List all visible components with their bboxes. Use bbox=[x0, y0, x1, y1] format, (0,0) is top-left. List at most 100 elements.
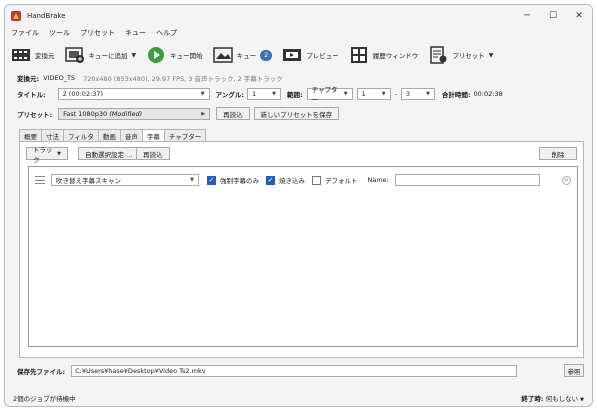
chevron-down-icon: ▼ bbox=[580, 397, 584, 403]
tab-dimensions[interactable]: 寸法 bbox=[41, 129, 64, 141]
title-bar: HandBrake ─ ☐ ✕ bbox=[5, 5, 592, 27]
save-new-preset-button[interactable]: 新しいプリセットを保存 bbox=[253, 107, 340, 120]
queue-icon bbox=[212, 47, 233, 63]
title-label: タイトル: bbox=[17, 91, 46, 99]
destination-path-input[interactable]: C:¥Users¥hase¥Desktop¥Video Ts2.mkv bbox=[71, 364, 518, 377]
menu-file[interactable]: ファイル bbox=[11, 28, 39, 38]
source-button[interactable]: 変換元 bbox=[11, 46, 55, 64]
preset-modified: (Modified) bbox=[109, 109, 143, 118]
subtitle-track-select[interactable]: 吹き替え字幕スキャン ▼ bbox=[51, 174, 199, 186]
range-separator: - bbox=[394, 90, 397, 98]
range-end-select[interactable]: 3 ▼ bbox=[400, 88, 435, 100]
add-to-queue-button[interactable]: キューに追加 ▼ bbox=[64, 46, 137, 64]
menu-tools[interactable]: ツール bbox=[49, 28, 70, 38]
chevron-down-icon: ▼ bbox=[200, 91, 205, 97]
auto-select-settings-button[interactable]: 自動選択設定 ... bbox=[78, 147, 140, 160]
maximize-button[interactable]: ☐ bbox=[540, 5, 566, 27]
preset-row: プリセット: Fast 1080p30 (Modified) ▶ 再読込 新しい… bbox=[17, 107, 340, 120]
angle-select[interactable]: 1 ▼ bbox=[246, 88, 281, 100]
range-type-select[interactable]: チャプター ▼ bbox=[306, 86, 353, 104]
forced-only-label: 強制字幕のみ bbox=[220, 177, 259, 185]
source-label: 変換元: bbox=[17, 75, 40, 83]
tab-filters[interactable]: フィルタ bbox=[63, 129, 99, 141]
add-queue-icon bbox=[64, 47, 84, 63]
browse-button[interactable]: 参照 bbox=[564, 364, 584, 377]
toolbar: 変換元 キューに追加 ▼ キュー開始 キュー 2 プレビュー 履歴ウィンドウ プ… bbox=[5, 41, 592, 69]
queue-button[interactable]: キュー 2 bbox=[212, 46, 273, 64]
source-info: 720x480 (853x480), 29.97 FPS, 3 音声トラック, … bbox=[83, 75, 283, 83]
preset-label: プリセット: bbox=[17, 110, 53, 119]
name-label: Name: bbox=[367, 176, 389, 184]
chevron-down-icon: ▼ bbox=[272, 91, 276, 97]
add-queue-label: キューに追加 bbox=[88, 52, 128, 60]
duration-label: 合計時間: bbox=[441, 91, 471, 99]
minimize-button[interactable]: ─ bbox=[514, 5, 540, 27]
range-label: 範囲: bbox=[286, 91, 303, 99]
subtitle-track-row: 吹き替え字幕スキャン ▼ ✓ 強制字幕のみ ✓ 焼き込み デフォルト Name: … bbox=[35, 173, 573, 187]
menu-bar: ファイル ツール プリセット キュー ヘルプ bbox=[5, 27, 187, 39]
reload-preset-button[interactable]: 再読込 bbox=[216, 107, 250, 120]
window-title: HandBrake bbox=[27, 12, 66, 20]
chevron-down-icon: ▼ bbox=[57, 150, 61, 157]
close-button[interactable]: ✕ bbox=[566, 5, 592, 27]
source-name: VIDEO_TS bbox=[43, 74, 76, 82]
film-icon bbox=[12, 49, 30, 61]
chevron-down-icon[interactable]: ▼ bbox=[489, 52, 494, 59]
tracks-dropdown-button[interactable]: トラック ▼ bbox=[26, 146, 68, 164]
activity-window-button[interactable]: 履歴ウィンドウ bbox=[349, 46, 419, 64]
tab-chapters[interactable]: チャプター bbox=[163, 129, 207, 141]
source-row: 変換元: VIDEO_TS 720x480 (853x480), 29.97 F… bbox=[17, 73, 283, 83]
track-name-input[interactable] bbox=[394, 174, 540, 186]
activity-log-icon bbox=[350, 47, 367, 63]
menu-help[interactable]: ヘルプ bbox=[156, 28, 177, 38]
start-queue-button[interactable]: キュー開始 bbox=[146, 46, 203, 64]
range-start-select[interactable]: 1 ▼ bbox=[356, 88, 391, 100]
handbrake-window: HandBrake ─ ☐ ✕ ファイル ツール プリセット キュー ヘルプ 変… bbox=[4, 4, 593, 407]
default-checkbox[interactable] bbox=[312, 175, 321, 185]
source-label: 変換元 bbox=[35, 52, 55, 60]
chevron-down-icon: ▼ bbox=[190, 177, 194, 183]
destination-row: 保存先ファイル: C:¥Users¥hase¥Desktop¥Video Ts2… bbox=[17, 364, 584, 377]
burn-in-checkbox[interactable]: ✓ bbox=[266, 175, 275, 185]
duration-value: 00:02:38 bbox=[473, 90, 503, 98]
preview-button[interactable]: プレビュー bbox=[282, 46, 339, 64]
subtitle-track-list: 吹き替え字幕スキャン ▼ ✓ 強制字幕のみ ✓ 焼き込み デフォルト Name: … bbox=[28, 166, 578, 347]
menu-queue[interactable]: キュー bbox=[125, 28, 146, 38]
preset-value: Fast 1080p30 bbox=[63, 109, 108, 118]
chevron-right-icon: ▶ bbox=[201, 110, 206, 117]
when-done-value: 何もしない bbox=[545, 395, 579, 403]
chevron-down-icon[interactable]: ▼ bbox=[132, 52, 137, 59]
reload-subtitles-button[interactable]: 再読込 bbox=[136, 147, 170, 160]
when-done-group[interactable]: 終了時: 何もしない ▼ bbox=[521, 393, 584, 403]
preview-icon bbox=[283, 49, 302, 61]
remove-track-icon[interactable]: ✕ bbox=[562, 175, 571, 185]
default-label: デフォルト bbox=[325, 177, 358, 185]
remove-button[interactable]: 削除 bbox=[539, 147, 577, 160]
chevron-down-icon: ▼ bbox=[381, 91, 386, 97]
tab-video[interactable]: 動画 bbox=[97, 129, 121, 141]
settings-tabs: 概要 寸法 フィルタ 動画 音声 字幕 チャプター bbox=[19, 129, 207, 142]
title-select[interactable]: 2 (00:02:37) ▼ bbox=[57, 88, 210, 100]
forced-only-checkbox[interactable]: ✓ bbox=[207, 175, 216, 185]
status-bar: 2個のジョブが待機中 終了時: 何もしない ▼ bbox=[5, 390, 592, 406]
angle-label: アングル: bbox=[215, 91, 244, 99]
preset-selector[interactable]: Fast 1080p30 (Modified) ▶ bbox=[58, 107, 211, 120]
burn-in-label: 焼き込み bbox=[279, 177, 305, 185]
title-row: タイトル: 2 (00:02:37) ▼ アングル: 1 ▼ 範囲: チャプター ▼ … bbox=[17, 86, 503, 104]
chevron-down-icon: ▼ bbox=[426, 91, 430, 97]
tab-audio[interactable]: 音声 bbox=[119, 129, 143, 141]
queue-count-badge: 2 bbox=[260, 49, 273, 61]
drag-handle-icon[interactable] bbox=[35, 176, 45, 184]
preset-settings-icon bbox=[430, 46, 447, 64]
subtitles-panel: トラック ▼ 自動選択設定 ... 再読込 削除 吹き替え字幕スキャン ▼ ✓ 強… bbox=[19, 141, 584, 358]
tab-summary[interactable]: 概要 bbox=[19, 129, 42, 141]
queue-label: キュー bbox=[236, 52, 257, 60]
menu-presets[interactable]: プリセット bbox=[80, 28, 115, 38]
play-icon bbox=[148, 47, 165, 63]
activity-label: 履歴ウィンドウ bbox=[372, 52, 419, 60]
handbrake-logo-icon bbox=[11, 11, 21, 21]
presets-button[interactable]: プリセット ▼ bbox=[428, 46, 493, 64]
queue-status-text: 2個のジョブが待機中 bbox=[13, 395, 76, 403]
preview-label: プレビュー bbox=[306, 52, 339, 60]
start-queue-label: キュー開始 bbox=[170, 52, 203, 60]
